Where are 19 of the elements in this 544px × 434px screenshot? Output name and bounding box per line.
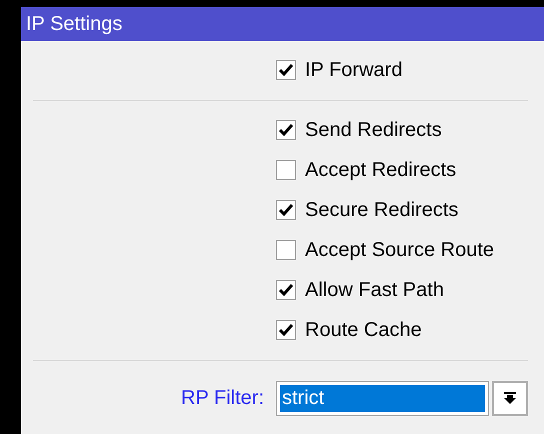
checkbox[interactable] <box>276 280 296 300</box>
checkbox-label: Route Cache <box>305 318 422 342</box>
checkbox-label: IP Forward <box>305 58 402 82</box>
checkbox-label: Allow Fast Path <box>305 278 444 302</box>
field-label: RP Filter: <box>180 386 264 410</box>
checkbox[interactable] <box>276 160 296 180</box>
checkbox-label: Secure Redirects <box>305 198 458 222</box>
checkbox[interactable] <box>276 320 296 340</box>
checkbox[interactable] <box>276 200 296 220</box>
checkbox[interactable] <box>276 60 296 80</box>
checkbox[interactable] <box>276 240 296 260</box>
checkbox[interactable] <box>276 120 296 140</box>
window-title: IP Settings <box>21 7 544 41</box>
arrow-down-icon <box>504 392 516 404</box>
dropdown-button[interactable] <box>492 380 528 416</box>
dropdown-field[interactable]: strict <box>276 380 489 416</box>
checkbox-label: Accept Source Route <box>305 238 494 262</box>
checkbox-label: Send Redirects <box>305 118 442 142</box>
checkbox-label: Accept Redirects <box>305 158 456 182</box>
